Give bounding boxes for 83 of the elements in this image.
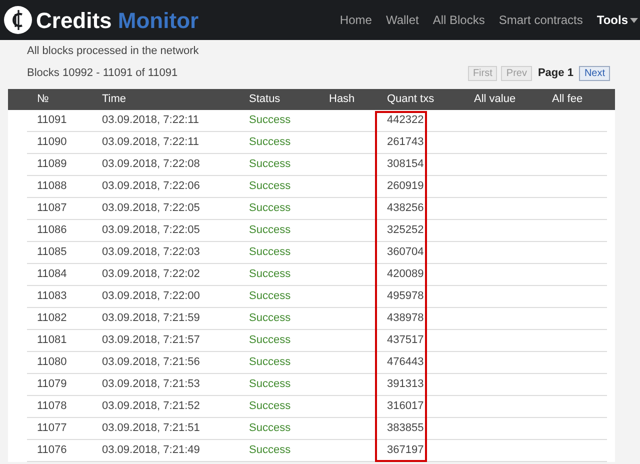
table-cell-text: 03.09.2018, 7:21:56 bbox=[102, 355, 201, 370]
table-cell-text: 03.09.2018, 7:22:06 bbox=[102, 179, 201, 194]
table-cell-text: 03.09.2018, 7:22:05 bbox=[102, 223, 201, 238]
table-cell-text: 420089 bbox=[387, 267, 425, 282]
table-cell-text: Success bbox=[249, 311, 292, 326]
table-cell-text: 03.09.2018, 7:21:53 bbox=[102, 377, 201, 392]
block-range: Blocks 10992 - 11091 of 11091 bbox=[27, 66, 178, 82]
table-cell-text: Success bbox=[249, 421, 292, 436]
table-cell-text: Success bbox=[249, 135, 292, 150]
table-cell-text: 11083 bbox=[37, 289, 68, 304]
table-cell-text: 11082 bbox=[37, 311, 68, 326]
table-cell-text: 438256 bbox=[387, 201, 425, 216]
table-cell-text: 11087 bbox=[37, 201, 68, 216]
current-page: Page 1 bbox=[536, 66, 574, 82]
table-cell-text: Success bbox=[249, 179, 292, 194]
column-header[interactable]: № bbox=[37, 91, 102, 108]
table-cell-text: Success bbox=[249, 245, 292, 260]
table-cell-text: Success bbox=[249, 443, 292, 458]
nav-link[interactable]: All Blocks bbox=[432, 11, 485, 29]
table-cell-text: Success bbox=[249, 201, 292, 216]
table-cell-text: 11091 bbox=[37, 113, 68, 128]
table-cell-text: Success bbox=[249, 333, 292, 348]
table-cell-text: 03.09.2018, 7:21:49 bbox=[102, 443, 201, 458]
table-cell-text: 03.09.2018, 7:21:51 bbox=[102, 421, 201, 436]
table-cell-text: 03.09.2018, 7:22:02 bbox=[102, 267, 201, 282]
column-header[interactable]: All value bbox=[474, 91, 552, 108]
table-cell-text: 325252 bbox=[387, 223, 425, 238]
table-cell-text: 438978 bbox=[387, 311, 425, 326]
table-cell-text: 261743 bbox=[387, 135, 425, 150]
table-cell-text: 308154 bbox=[387, 157, 425, 172]
column-header[interactable]: Quant txs bbox=[387, 91, 474, 108]
table-cell-text: Success bbox=[249, 223, 292, 238]
brand-name[interactable]: Credits Monitor bbox=[36, 4, 199, 36]
table-cell-text: 03.09.2018, 7:22:11 bbox=[102, 135, 200, 150]
table-cell-text: 03.09.2018, 7:21:59 bbox=[102, 311, 201, 326]
column-header[interactable]: Status bbox=[249, 91, 329, 108]
nav-link[interactable]: Tools bbox=[596, 11, 638, 29]
table-cell-text: 11076 bbox=[37, 443, 68, 458]
nav-link[interactable]: Wallet bbox=[386, 11, 419, 29]
column-header[interactable]: Hash bbox=[329, 91, 387, 108]
table-cell-text: 03.09.2018, 7:22:00 bbox=[102, 289, 201, 304]
table-cell-text: 367197 bbox=[387, 443, 425, 458]
table-cell-text: 360704 bbox=[387, 245, 425, 260]
page-subtitle: All blocks processed in the network bbox=[27, 44, 199, 60]
table-cell-text: 442322 bbox=[387, 113, 425, 128]
nav-link[interactable]: Smart contracts bbox=[498, 11, 583, 29]
table-cell-text: Success bbox=[249, 157, 292, 172]
table-cell-text: 03.09.2018, 7:21:57 bbox=[102, 333, 201, 348]
logo-icon bbox=[3, 5, 33, 35]
table-cell-text: 11088 bbox=[37, 179, 68, 194]
table-cell-text: 11090 bbox=[37, 135, 68, 150]
table-cell-text: 11085 bbox=[37, 245, 68, 260]
table-cell-text: 476443 bbox=[387, 355, 425, 370]
table-cell-text: Success bbox=[249, 289, 292, 304]
table-cell-text: 11089 bbox=[37, 157, 68, 172]
table-cell-text: 03.09.2018, 7:22:03 bbox=[102, 245, 201, 260]
column-header[interactable]: All fee bbox=[552, 91, 615, 108]
nav-link[interactable]: Home bbox=[340, 11, 372, 29]
column-header[interactable]: Time bbox=[102, 91, 249, 108]
caret-icon bbox=[630, 18, 638, 22]
table-cell-text: 11086 bbox=[37, 223, 68, 238]
table-cell-text: 03.09.2018, 7:21:52 bbox=[102, 399, 201, 414]
table-cell-text: Success bbox=[249, 377, 292, 392]
table-cell-text: Success bbox=[249, 113, 292, 128]
table-cell-text: 383855 bbox=[387, 421, 425, 436]
table-cell-text: 391313 bbox=[387, 377, 425, 392]
table-cell-text: 03.09.2018, 7:22:08 bbox=[102, 157, 201, 172]
table-cell-text: 11084 bbox=[37, 267, 68, 282]
table-cell-text: 11081 bbox=[37, 333, 68, 348]
table-cell-text: 260919 bbox=[387, 179, 425, 194]
table-cell-text: 03.09.2018, 7:22:11 bbox=[102, 113, 200, 128]
table-cell-text: Success bbox=[249, 399, 292, 414]
table-cell-text: 03.09.2018, 7:22:05 bbox=[102, 201, 201, 216]
table-cell-text: 11079 bbox=[37, 377, 68, 392]
table-cell-text: 11078 bbox=[37, 399, 68, 414]
table-cell-text: 11077 bbox=[37, 421, 68, 436]
table-cell-text: 316017 bbox=[387, 399, 425, 414]
table-cell-text: Success bbox=[249, 267, 292, 282]
table-cell-text: 437517 bbox=[387, 333, 425, 348]
table-cell-text: 11080 bbox=[37, 355, 68, 370]
table-cell-text: 495978 bbox=[387, 289, 425, 304]
table-cell-text: Success bbox=[249, 355, 292, 370]
pager-button[interactable]: Next bbox=[579, 66, 610, 81]
